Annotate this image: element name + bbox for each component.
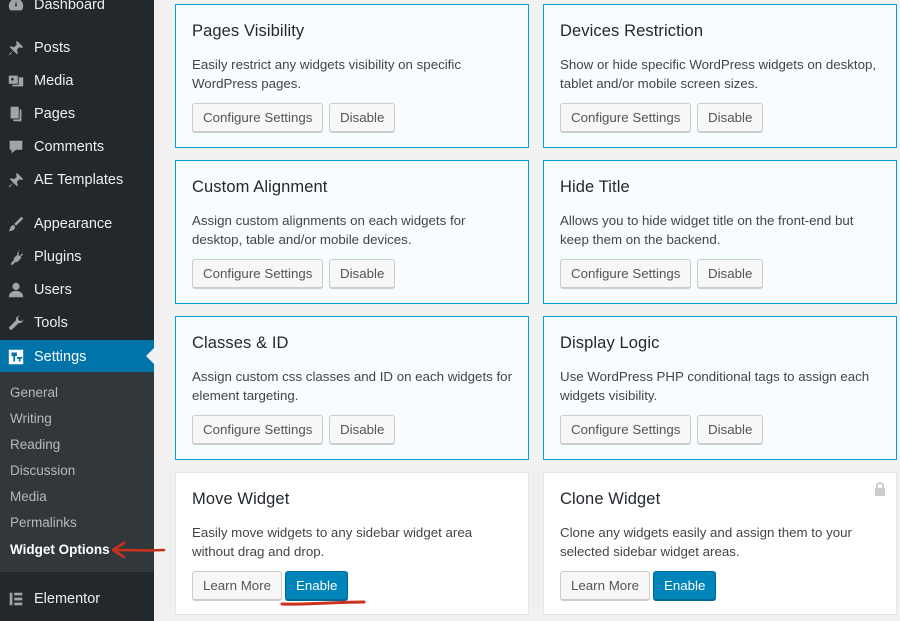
card-description: Use WordPress PHP conditional tags to as… — [560, 369, 870, 403]
card-title: Hide Title — [560, 178, 630, 196]
card-description: Easily move widgets to any sidebar widge… — [192, 525, 473, 559]
configure-settings-button[interactable]: Configure Settings — [560, 103, 692, 132]
sidebar-item-label: Comments — [34, 138, 105, 155]
sidebar-item-label: Settings — [34, 348, 87, 365]
sidebar-item-label: Plugins — [34, 248, 82, 265]
module-card-move-widget: Move Widget Easily move widgets to any s… — [175, 472, 529, 615]
card-title: Devices Restriction — [560, 22, 704, 40]
submenu-item-permalinks[interactable]: Permalinks — [10, 515, 77, 530]
sidebar-item-label: Appearance — [34, 215, 113, 232]
submenu-item-reading[interactable]: Reading — [10, 437, 60, 452]
card-title: Clone Widget — [560, 490, 661, 508]
learn-more-button[interactable]: Learn More — [560, 571, 650, 600]
module-card-devices-restriction: Devices Restriction Show or hide specifi… — [543, 4, 897, 148]
module-card-custom-alignment: Custom Alignment Assign custom alignment… — [175, 160, 529, 304]
submenu-item-widget-options[interactable]: Widget Options — [10, 542, 110, 557]
submenu-item-general[interactable]: General — [10, 385, 58, 400]
sidebar-item-label: Media — [34, 72, 74, 89]
plug-icon — [6, 247, 26, 267]
sidebar-item-label: Posts — [34, 39, 71, 56]
configure-settings-button[interactable]: Configure Settings — [560, 259, 692, 288]
module-card-clone-widget: Clone Widget Clone any widgets easily an… — [543, 472, 897, 615]
card-description: Clone any widgets easily and assign them… — [560, 525, 852, 559]
sidebar-item-posts[interactable]: Posts — [0, 31, 154, 64]
sidebar-item-tools[interactable]: Tools — [0, 306, 154, 339]
settings-icon — [6, 347, 26, 367]
comment-icon — [6, 137, 26, 157]
configure-settings-button[interactable]: Configure Settings — [192, 259, 324, 288]
sidebar-item-label: Pages — [34, 105, 76, 122]
card-title: Custom Alignment — [192, 178, 328, 196]
enable-button[interactable]: Enable — [285, 571, 349, 600]
disable-button[interactable]: Disable — [329, 415, 396, 444]
wrench-icon — [6, 313, 26, 333]
disable-button[interactable]: Disable — [697, 103, 764, 132]
configure-settings-button[interactable]: Configure Settings — [192, 415, 324, 444]
submenu-item-discussion[interactable]: Discussion — [10, 463, 75, 478]
sidebar-item-elementor[interactable]: Elementor — [0, 582, 154, 615]
card-description: Easily restrict any widgets visibility o… — [192, 57, 461, 91]
dashboard-icon — [6, 0, 26, 15]
disable-button[interactable]: Disable — [697, 415, 764, 444]
sidebar-item-label: Elementor — [34, 590, 101, 607]
admin-sidebar: Dashboard Posts Media Pages Comments AE … — [0, 0, 154, 621]
card-title: Display Logic — [560, 334, 660, 352]
sidebar-item-comments[interactable]: Comments — [0, 130, 154, 163]
sidebar-item-plugins[interactable]: Plugins — [0, 240, 154, 273]
enable-button[interactable]: Enable — [653, 571, 717, 600]
brush-icon — [6, 214, 26, 234]
sidebar-item-settings[interactable]: Settings — [0, 340, 154, 373]
card-description: Assign custom css classes and ID on each… — [192, 369, 513, 403]
pin-icon — [6, 170, 26, 190]
pin-icon — [6, 38, 26, 58]
sidebar-item-label: Dashboard — [34, 0, 105, 13]
lock-icon — [873, 481, 887, 502]
disable-button[interactable]: Disable — [697, 259, 764, 288]
module-card-hide-title: Hide Title Allows you to hide widget tit… — [543, 160, 897, 304]
sidebar-item-label: Users — [34, 281, 72, 298]
submenu-item-writing[interactable]: Writing — [10, 411, 52, 426]
module-card-pages-visibility: Pages Visibility Easily restrict any wid… — [175, 4, 529, 148]
sidebar-item-media[interactable]: Media — [0, 64, 154, 97]
module-card-display-logic: Display Logic Use WordPress PHP conditio… — [543, 316, 897, 460]
sidebar-item-users[interactable]: Users — [0, 273, 154, 306]
pages-icon — [6, 104, 26, 124]
elementor-icon — [6, 589, 26, 609]
annotation-arrow-icon — [111, 541, 166, 559]
sidebar-item-pages[interactable]: Pages — [0, 97, 154, 130]
sidebar-item-dashboard[interactable]: Dashboard — [0, 0, 154, 21]
user-icon — [6, 280, 26, 300]
card-title: Classes & ID — [192, 334, 289, 352]
learn-more-button[interactable]: Learn More — [192, 571, 282, 600]
sidebar-item-appearance[interactable]: Appearance — [0, 207, 154, 240]
annotation-underline-icon — [280, 600, 366, 606]
disable-button[interactable]: Disable — [329, 103, 396, 132]
configure-settings-button[interactable]: Configure Settings — [560, 415, 692, 444]
sidebar-item-ae-templates[interactable]: AE Templates — [0, 163, 154, 196]
card-description: Show or hide specific WordPress widgets … — [560, 57, 877, 91]
media-icon — [6, 71, 26, 91]
configure-settings-button[interactable]: Configure Settings — [192, 103, 324, 132]
submenu-item-media[interactable]: Media — [10, 489, 47, 504]
sidebar-item-label: Tools — [34, 314, 68, 331]
card-description: Allows you to hide widget title on the f… — [560, 213, 854, 247]
card-description: Assign custom alignments on each widgets… — [192, 213, 466, 247]
module-card-classes-id: Classes & ID Assign custom css classes a… — [175, 316, 529, 460]
sidebar-item-label: AE Templates — [34, 171, 124, 188]
card-title: Pages Visibility — [192, 22, 305, 40]
disable-button[interactable]: Disable — [329, 259, 396, 288]
card-title: Move Widget — [192, 490, 290, 508]
